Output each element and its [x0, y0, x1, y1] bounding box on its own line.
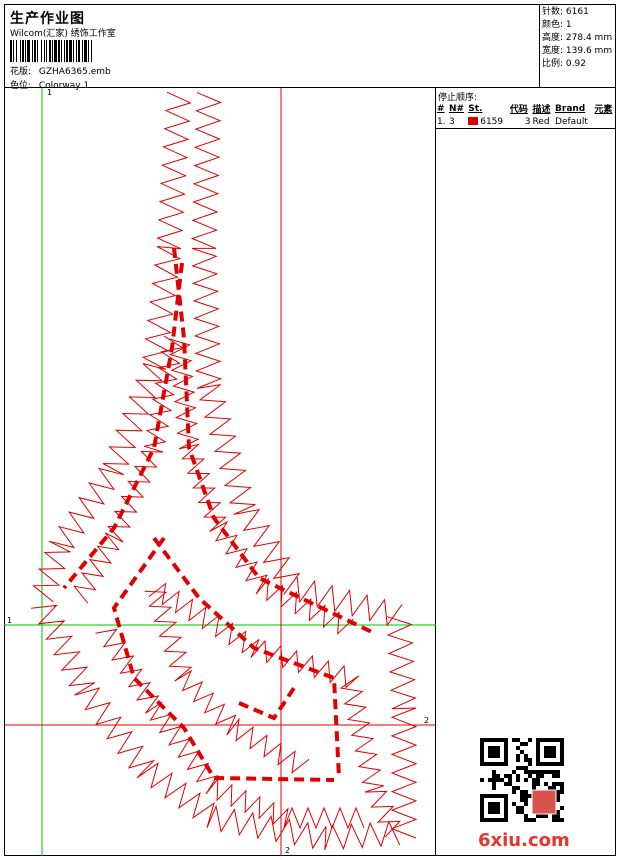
- color-swatch: [468, 116, 479, 125]
- header-panel: 生产作业图 Wilcom(汇家) 绣饰工作室 花版: GZHA6365.emb …: [4, 4, 540, 91]
- col-brand: Brand: [555, 103, 586, 114]
- axis-label-right: 2: [424, 716, 430, 725]
- stat-scale: 比例: 0.92: [542, 59, 586, 69]
- design-value: GZHA6365.emb: [38, 67, 111, 77]
- watermark-logo: 6xiu.com: [478, 830, 570, 851]
- row-st: 3: [524, 116, 531, 127]
- axis-label-bottom: 2: [285, 846, 291, 855]
- row-element: [593, 115, 616, 128]
- row-brand: Default: [555, 116, 588, 127]
- stitch-preview: [4, 88, 436, 856]
- col-code: 代码: [509, 105, 528, 115]
- barcode: [10, 40, 92, 62]
- stats-panel: 针数: 6161 颜色: 1 高度: 278.4 mm 宽度: 139.6 mm…: [540, 4, 616, 88]
- row-desc: Red: [532, 116, 550, 127]
- col-desc: 描述: [532, 105, 551, 115]
- col-needle: N#: [448, 103, 465, 114]
- table-header-row: # N# St. 代码 描述 Brand 元素: [436, 102, 616, 116]
- stop-sequence-table: # N# St. 代码 描述 Brand 元素 1. 3 6159 3 Red …: [436, 102, 616, 128]
- row-code: 6159: [480, 116, 504, 127]
- stat-width: 宽度: 139.6 mm: [542, 46, 613, 56]
- table-row: 1. 3 6159 3 Red Default: [436, 115, 616, 128]
- qr-code: [480, 738, 564, 822]
- design-row: 花版: GZHA6365.emb: [10, 64, 111, 77]
- stat-stitches: 针数: 6161: [542, 7, 589, 17]
- row-code-cell: 6159: [467, 115, 509, 128]
- axis-label-top: 1: [47, 88, 53, 97]
- table-divider: [436, 128, 616, 129]
- col-st: St.: [468, 103, 483, 114]
- page-title: 生产作业图: [10, 11, 85, 27]
- stat-height: 高度: 278.4 mm: [542, 33, 613, 43]
- row-needle: 3: [448, 116, 455, 127]
- studio-name: Wilcom(汇家) 绣饰工作室: [10, 29, 116, 39]
- col-element: 元素: [594, 105, 613, 115]
- design-canvas: 1 1 2 2: [4, 88, 436, 856]
- col-index: #: [437, 103, 445, 114]
- stat-colors: 颜色: 1: [542, 20, 572, 30]
- row-index: 1.: [437, 116, 446, 127]
- design-label: 花版:: [10, 67, 32, 77]
- axis-label-left: 1: [7, 616, 13, 625]
